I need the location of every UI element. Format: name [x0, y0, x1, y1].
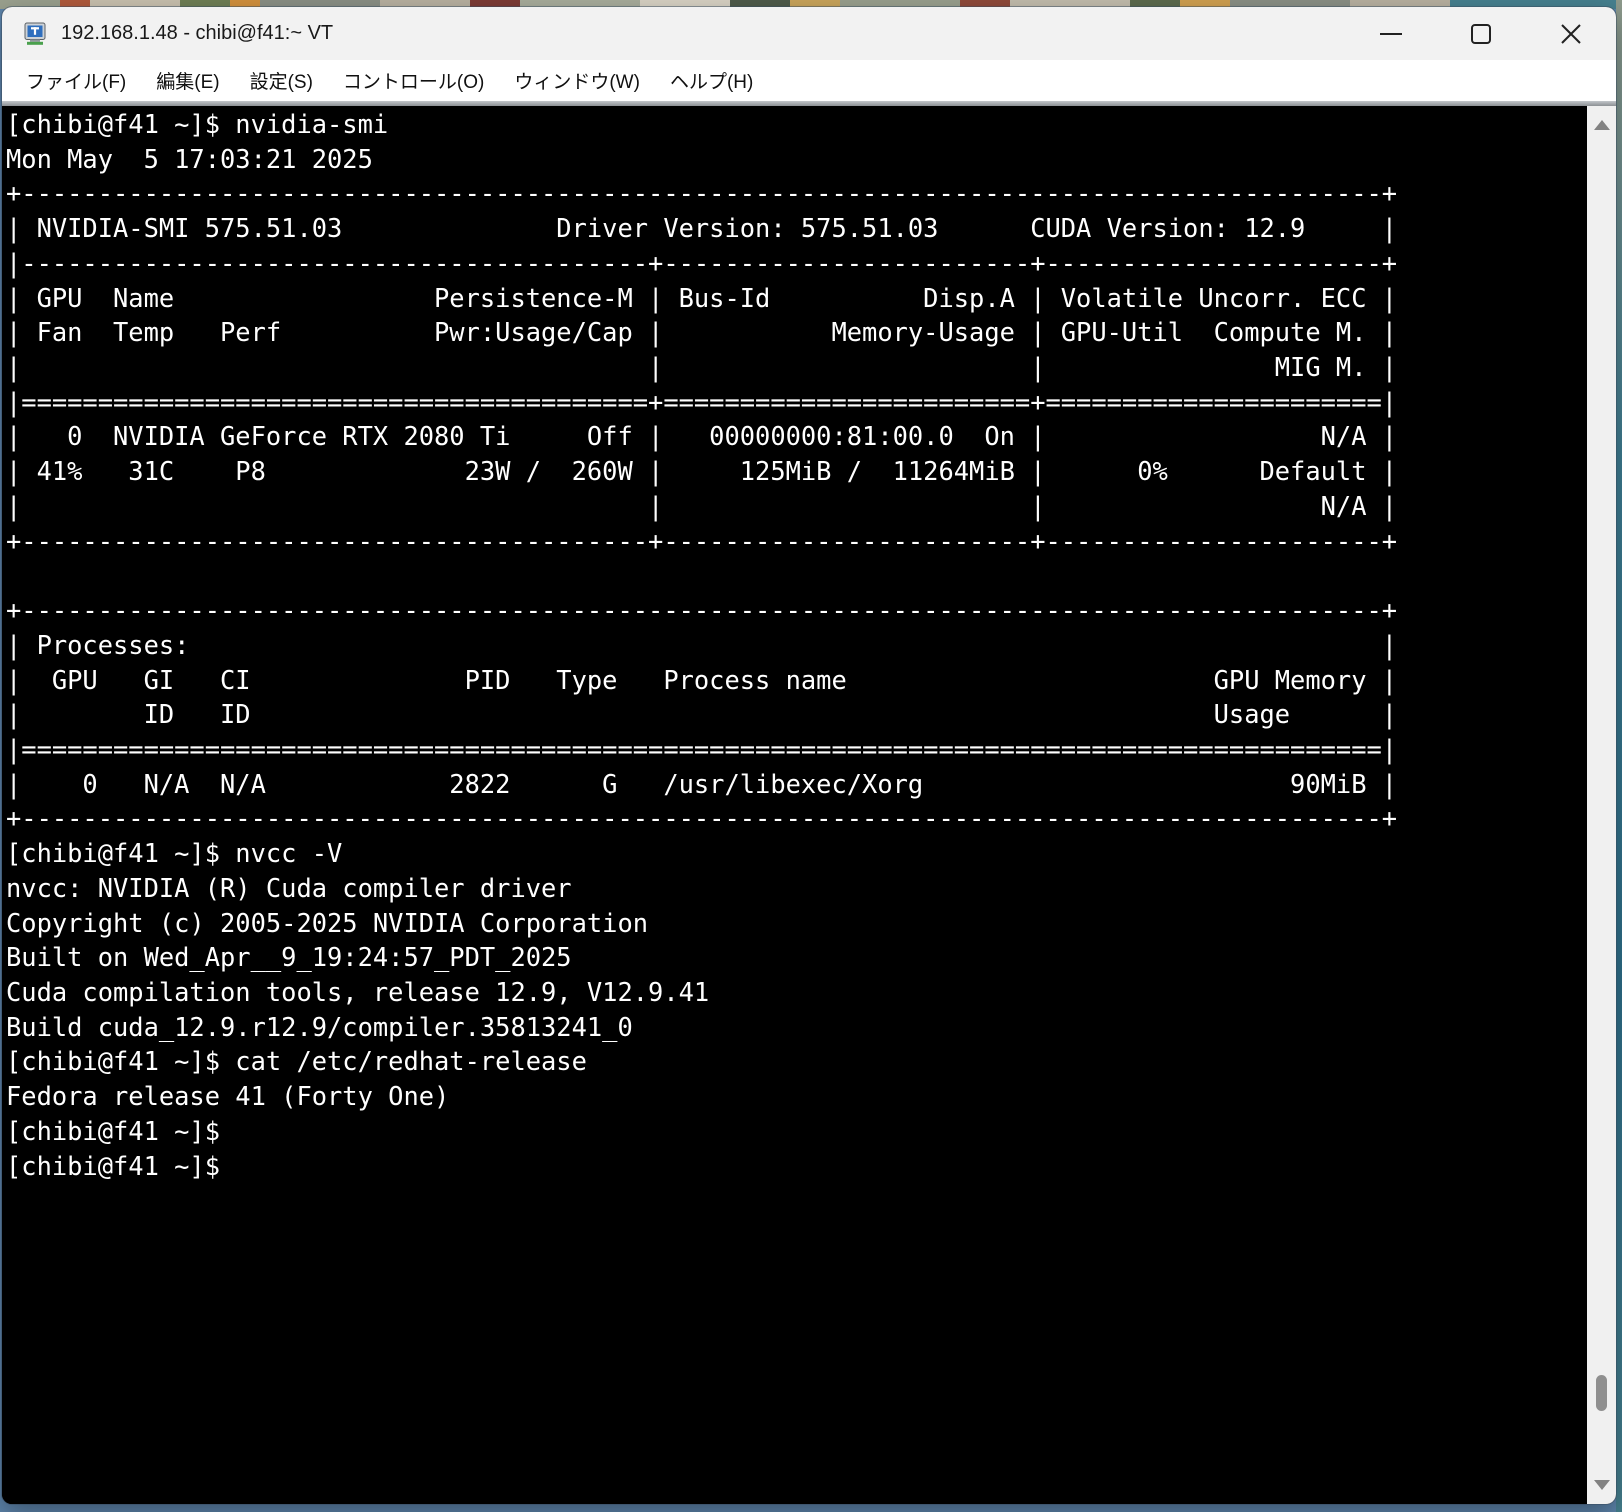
terminal-output: [chibi@f41 ~]$ nvidia-smi Mon May 5 17:0… — [6, 109, 1398, 1181]
menu-item-help[interactable]: ヘルプ(H) — [655, 67, 768, 94]
scrollbar-track[interactable] — [1587, 106, 1616, 1504]
teraterm-app-icon — [24, 22, 46, 45]
desktop-wallpaper-right-strip — [1616, 0, 1622, 1512]
scroll-down-arrow-icon — [1593, 1480, 1610, 1490]
close-button[interactable] — [1526, 7, 1616, 60]
caption-buttons — [1346, 7, 1616, 60]
terminal-area: [chibi@f41 ~]$ nvidia-smi Mon May 5 17:0… — [2, 106, 1616, 1504]
menu-item-file[interactable]: ファイル(F) — [11, 67, 141, 94]
menu-item-control[interactable]: コントロール(O) — [328, 67, 499, 94]
scroll-up-button[interactable] — [1587, 110, 1616, 140]
maximize-button[interactable] — [1436, 7, 1526, 60]
scrollbar-thumb[interactable] — [1596, 1375, 1607, 1411]
menu-item-window[interactable]: ウィンドウ(W) — [499, 67, 655, 94]
menubar: ファイル(F) 編集(E) 設定(S) コントロール(O) ウィンドウ(W) ヘ… — [2, 60, 1616, 101]
teraterm-window: 192.168.1.48 - chibi@f41:~ VT ファイル(F) 編集… — [2, 7, 1616, 1504]
window-title: 192.168.1.48 - chibi@f41:~ VT — [61, 22, 334, 44]
minimize-icon — [1380, 32, 1402, 35]
close-icon — [1561, 23, 1581, 44]
menu-item-setup[interactable]: 設定(S) — [235, 67, 328, 94]
terminal-screen[interactable]: [chibi@f41 ~]$ nvidia-smi Mon May 5 17:0… — [2, 106, 1587, 1504]
titlebar: 192.168.1.48 - chibi@f41:~ VT — [2, 7, 1616, 60]
minimize-button[interactable] — [1346, 7, 1436, 60]
menu-item-edit[interactable]: 編集(E) — [141, 67, 234, 94]
desktop: { "window": { "title": "192.168.1.48 - c… — [0, 0, 1622, 1512]
scroll-up-arrow-icon — [1593, 120, 1610, 130]
maximize-icon — [1471, 23, 1491, 44]
scroll-down-button[interactable] — [1587, 1470, 1616, 1500]
